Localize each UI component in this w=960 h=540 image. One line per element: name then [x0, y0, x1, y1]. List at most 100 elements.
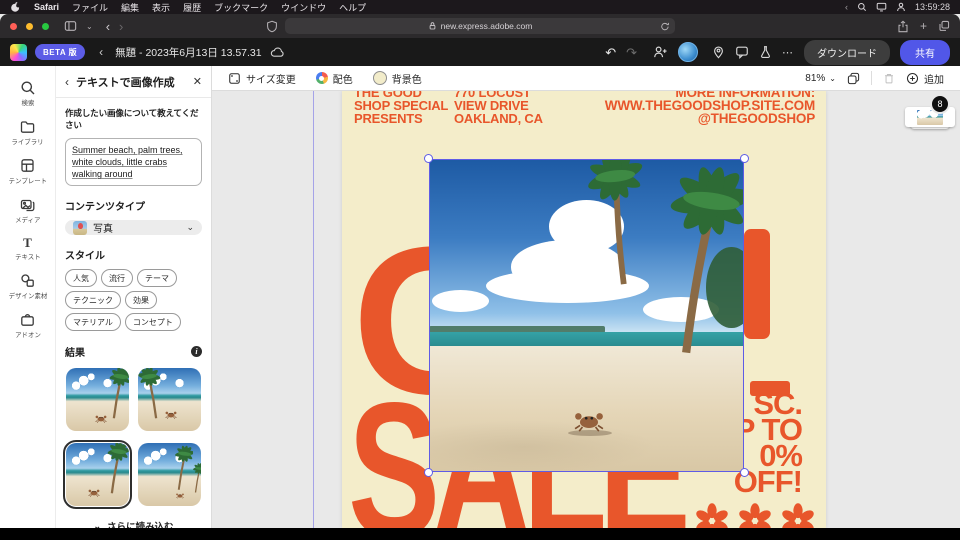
menubar-app-name[interactable]: Safari	[34, 2, 59, 12]
cloud-sync-icon[interactable]	[270, 46, 285, 58]
palette-icon	[316, 72, 328, 84]
chip-theme[interactable]: テーマ	[137, 269, 177, 287]
menu-file[interactable]: ファイル	[72, 1, 108, 14]
chip-technique[interactable]: テクニック	[65, 291, 121, 309]
express-logo-icon[interactable]	[10, 44, 27, 61]
tab-overview-icon[interactable]	[938, 20, 950, 32]
screen: Safari ファイル 編集 表示 履歴 ブックマーク ウインドウ ヘルプ ‹ …	[0, 0, 960, 540]
color-scheme-button[interactable]: 配色	[316, 71, 353, 86]
address-bar[interactable]: new.express.adobe.com	[285, 18, 675, 34]
result-thumbnail-4[interactable]	[138, 443, 201, 506]
undo-icon[interactable]: ↶	[605, 46, 616, 59]
add-circle-icon	[906, 72, 919, 85]
back-button[interactable]: ‹	[106, 19, 110, 34]
rail-item-media[interactable]: メディア	[0, 192, 55, 231]
document-title[interactable]: 無題 - 2023年6月13日 13.57.31	[115, 45, 262, 60]
chip-effect[interactable]: 効果	[125, 291, 157, 309]
result-thumbnail-3-selected[interactable]	[66, 443, 129, 506]
chip-popular[interactable]: 人気	[65, 269, 97, 287]
redo-icon[interactable]: ↷	[626, 46, 637, 59]
address-url: new.express.adobe.com	[441, 21, 533, 31]
selection-handle-top-left[interactable]	[424, 154, 433, 163]
poster-text-info[interactable]: MORE INFORMATION: WWW.THEGOODSHOP.SITE.C…	[605, 91, 815, 125]
canvas-toolbar: サイズ変更 配色 背景色 81% ⌄	[212, 66, 960, 91]
flower-asterisk-icons	[694, 503, 816, 528]
menubar-chevron-icon[interactable]: ‹	[845, 2, 848, 12]
canvas-area[interactable]: THE GOOD SHOP SPECIAL PRESENTS 770 LOCUS…	[212, 91, 960, 528]
background-swatch-icon	[373, 71, 387, 85]
duplicate-page-icon[interactable]	[847, 72, 860, 85]
selected-beach-image[interactable]	[429, 159, 744, 472]
prompt-input[interactable]: Summer beach, palm trees, white clouds, …	[65, 138, 202, 186]
selection-handle-bottom-right[interactable]	[740, 468, 749, 477]
share-button[interactable]: 共有	[900, 40, 950, 65]
background-color-button[interactable]: 背景色	[373, 71, 422, 86]
reload-icon[interactable]	[660, 21, 670, 32]
poster-letter-fragment	[744, 229, 770, 339]
window-zoom-button[interactable]	[42, 23, 49, 30]
menu-help[interactable]: ヘルプ	[339, 1, 366, 14]
pages-stack-thumbnail[interactable]	[904, 107, 956, 141]
back-to-home-icon[interactable]: ‹	[99, 45, 103, 59]
style-label: スタイル	[65, 247, 202, 262]
sidebar-toggle-icon[interactable]	[64, 20, 77, 32]
new-tab-icon[interactable]: +	[920, 19, 927, 33]
forward-button[interactable]: ›	[119, 19, 123, 34]
menu-bookmarks[interactable]: ブックマーク	[214, 1, 268, 14]
panel-title: テキストで画像作成	[76, 74, 186, 90]
info-icon[interactable]: i	[191, 346, 202, 357]
chip-concept[interactable]: コンセプト	[125, 313, 181, 331]
chip-material[interactable]: マテリアル	[65, 313, 121, 331]
rail-item-addons[interactable]: アドオン	[0, 307, 55, 346]
content-type-dropdown[interactable]: 写真 ⌄	[65, 220, 202, 235]
photo-type-thumbnail	[73, 221, 87, 235]
user-menu-icon[interactable]	[896, 2, 906, 12]
chip-trending[interactable]: 流行	[101, 269, 133, 287]
panel-back-icon[interactable]: ‹	[65, 75, 69, 89]
display-icon[interactable]	[876, 2, 887, 12]
menu-view[interactable]: 表示	[152, 1, 170, 14]
rail-item-search[interactable]: 検索	[0, 75, 55, 114]
more-options-icon[interactable]: ⋯	[782, 46, 794, 59]
prompt-label: 作成したい画像について教えてください	[65, 107, 202, 131]
sidebar-chevron-icon[interactable]: ⌄	[86, 22, 93, 31]
poster-text-presents[interactable]: THE GOOD SHOP SPECIAL PRESENTS	[354, 91, 448, 125]
window-minimize-button[interactable]	[26, 23, 33, 30]
menu-edit[interactable]: 編集	[121, 1, 139, 14]
result-thumbnail-2[interactable]	[138, 368, 201, 431]
download-button[interactable]: ダウンロード	[804, 40, 890, 65]
lock-icon	[428, 21, 437, 31]
privacy-shield-icon[interactable]	[266, 20, 278, 33]
result-thumbnail-1[interactable]	[66, 368, 129, 431]
selection-handle-bottom-left[interactable]	[424, 468, 433, 477]
rail-item-text[interactable]: T テキスト	[0, 231, 55, 268]
spotlight-icon[interactable]	[857, 2, 867, 12]
comments-icon[interactable]	[735, 45, 749, 59]
style-chips: 人気 流行 テーマ テクニック 効果 マテリアル コンセプト	[65, 269, 202, 331]
beaker-icon[interactable]	[759, 45, 772, 59]
user-avatar[interactable]	[678, 42, 698, 62]
results-label: 結果	[65, 344, 85, 359]
delete-page-icon[interactable]	[883, 72, 895, 85]
rail-item-design-assets[interactable]: デザイン素材	[0, 268, 55, 307]
pages-count-badge[interactable]: 8	[930, 94, 950, 114]
menu-window[interactable]: ウインドウ	[281, 1, 326, 14]
add-page-button[interactable]: 追加	[906, 71, 944, 86]
apple-logo-icon[interactable]	[10, 1, 21, 13]
menu-history[interactable]: 履歴	[183, 1, 201, 14]
add-collaborator-icon[interactable]	[653, 45, 668, 59]
rail-item-templates[interactable]: テンプレート	[0, 153, 55, 192]
resize-button[interactable]: サイズ変更	[228, 71, 296, 86]
panel-close-icon[interactable]: ✕	[193, 75, 202, 88]
text-icon: T	[23, 236, 32, 249]
media-icon	[20, 197, 35, 212]
share-icon[interactable]	[897, 20, 909, 33]
comment-pin-icon[interactable]	[712, 45, 725, 59]
selection-handle-top-right[interactable]	[740, 154, 749, 163]
menubar-clock[interactable]: 13:59:28	[915, 2, 950, 12]
search-icon	[20, 80, 35, 95]
zoom-control[interactable]: 81% ⌄	[805, 73, 836, 84]
poster-text-address[interactable]: 770 LOCUST VIEW DRIVE OAKLAND, CA	[454, 91, 543, 125]
rail-item-library[interactable]: ライブラリ	[0, 114, 55, 153]
window-close-button[interactable]	[10, 23, 17, 30]
